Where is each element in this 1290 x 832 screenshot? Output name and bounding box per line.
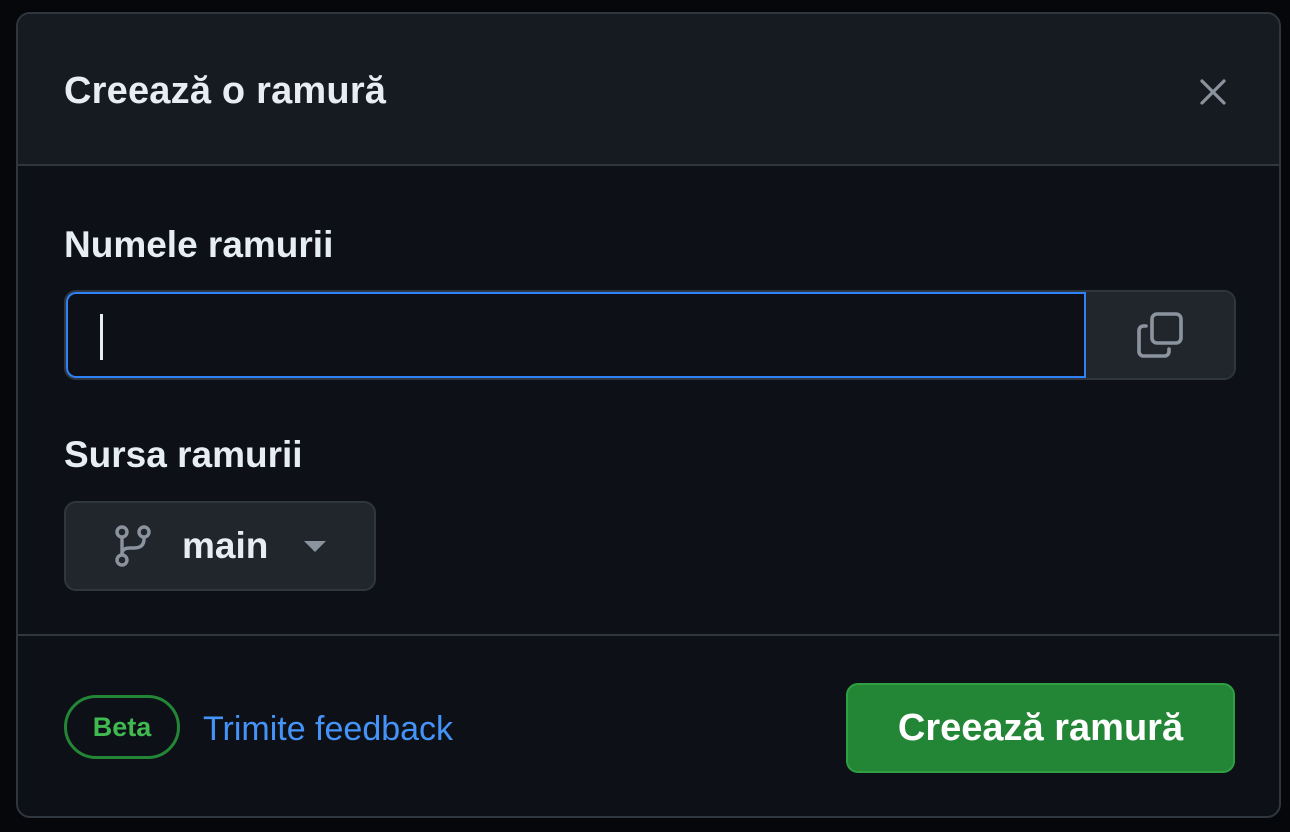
chevron-down-icon [304,540,327,552]
beta-badge: Beta [64,695,180,759]
create-branch-dialog: Creează o ramură Numele ramurii Sursa ra… [16,12,1281,818]
dialog-footer: Beta Trimite feedback Creează ramură [18,636,1279,816]
git-branch-icon [115,525,151,567]
branch-name-label: Numele ramurii [64,224,334,265]
source-branch-dropdown[interactable]: main [64,501,376,591]
text-cursor [100,314,103,360]
close-icon [1200,79,1226,105]
dialog-header: Creează o ramură [18,14,1279,166]
close-button[interactable] [1191,70,1235,114]
source-branch-name: main [182,525,269,566]
branch-name-field-group [64,290,1236,380]
branch-name-input[interactable] [66,292,1088,378]
dialog-body: Numele ramurii Sursa ramurii main [18,166,1279,636]
copy-button[interactable] [1086,292,1234,378]
create-branch-button[interactable]: Creează ramură [846,683,1235,773]
send-feedback-link[interactable]: Trimite feedback [203,710,453,749]
copy-icon [1137,312,1183,358]
branch-source-label: Sursa ramurii [64,434,303,475]
dialog-title: Creează o ramură [64,70,387,112]
